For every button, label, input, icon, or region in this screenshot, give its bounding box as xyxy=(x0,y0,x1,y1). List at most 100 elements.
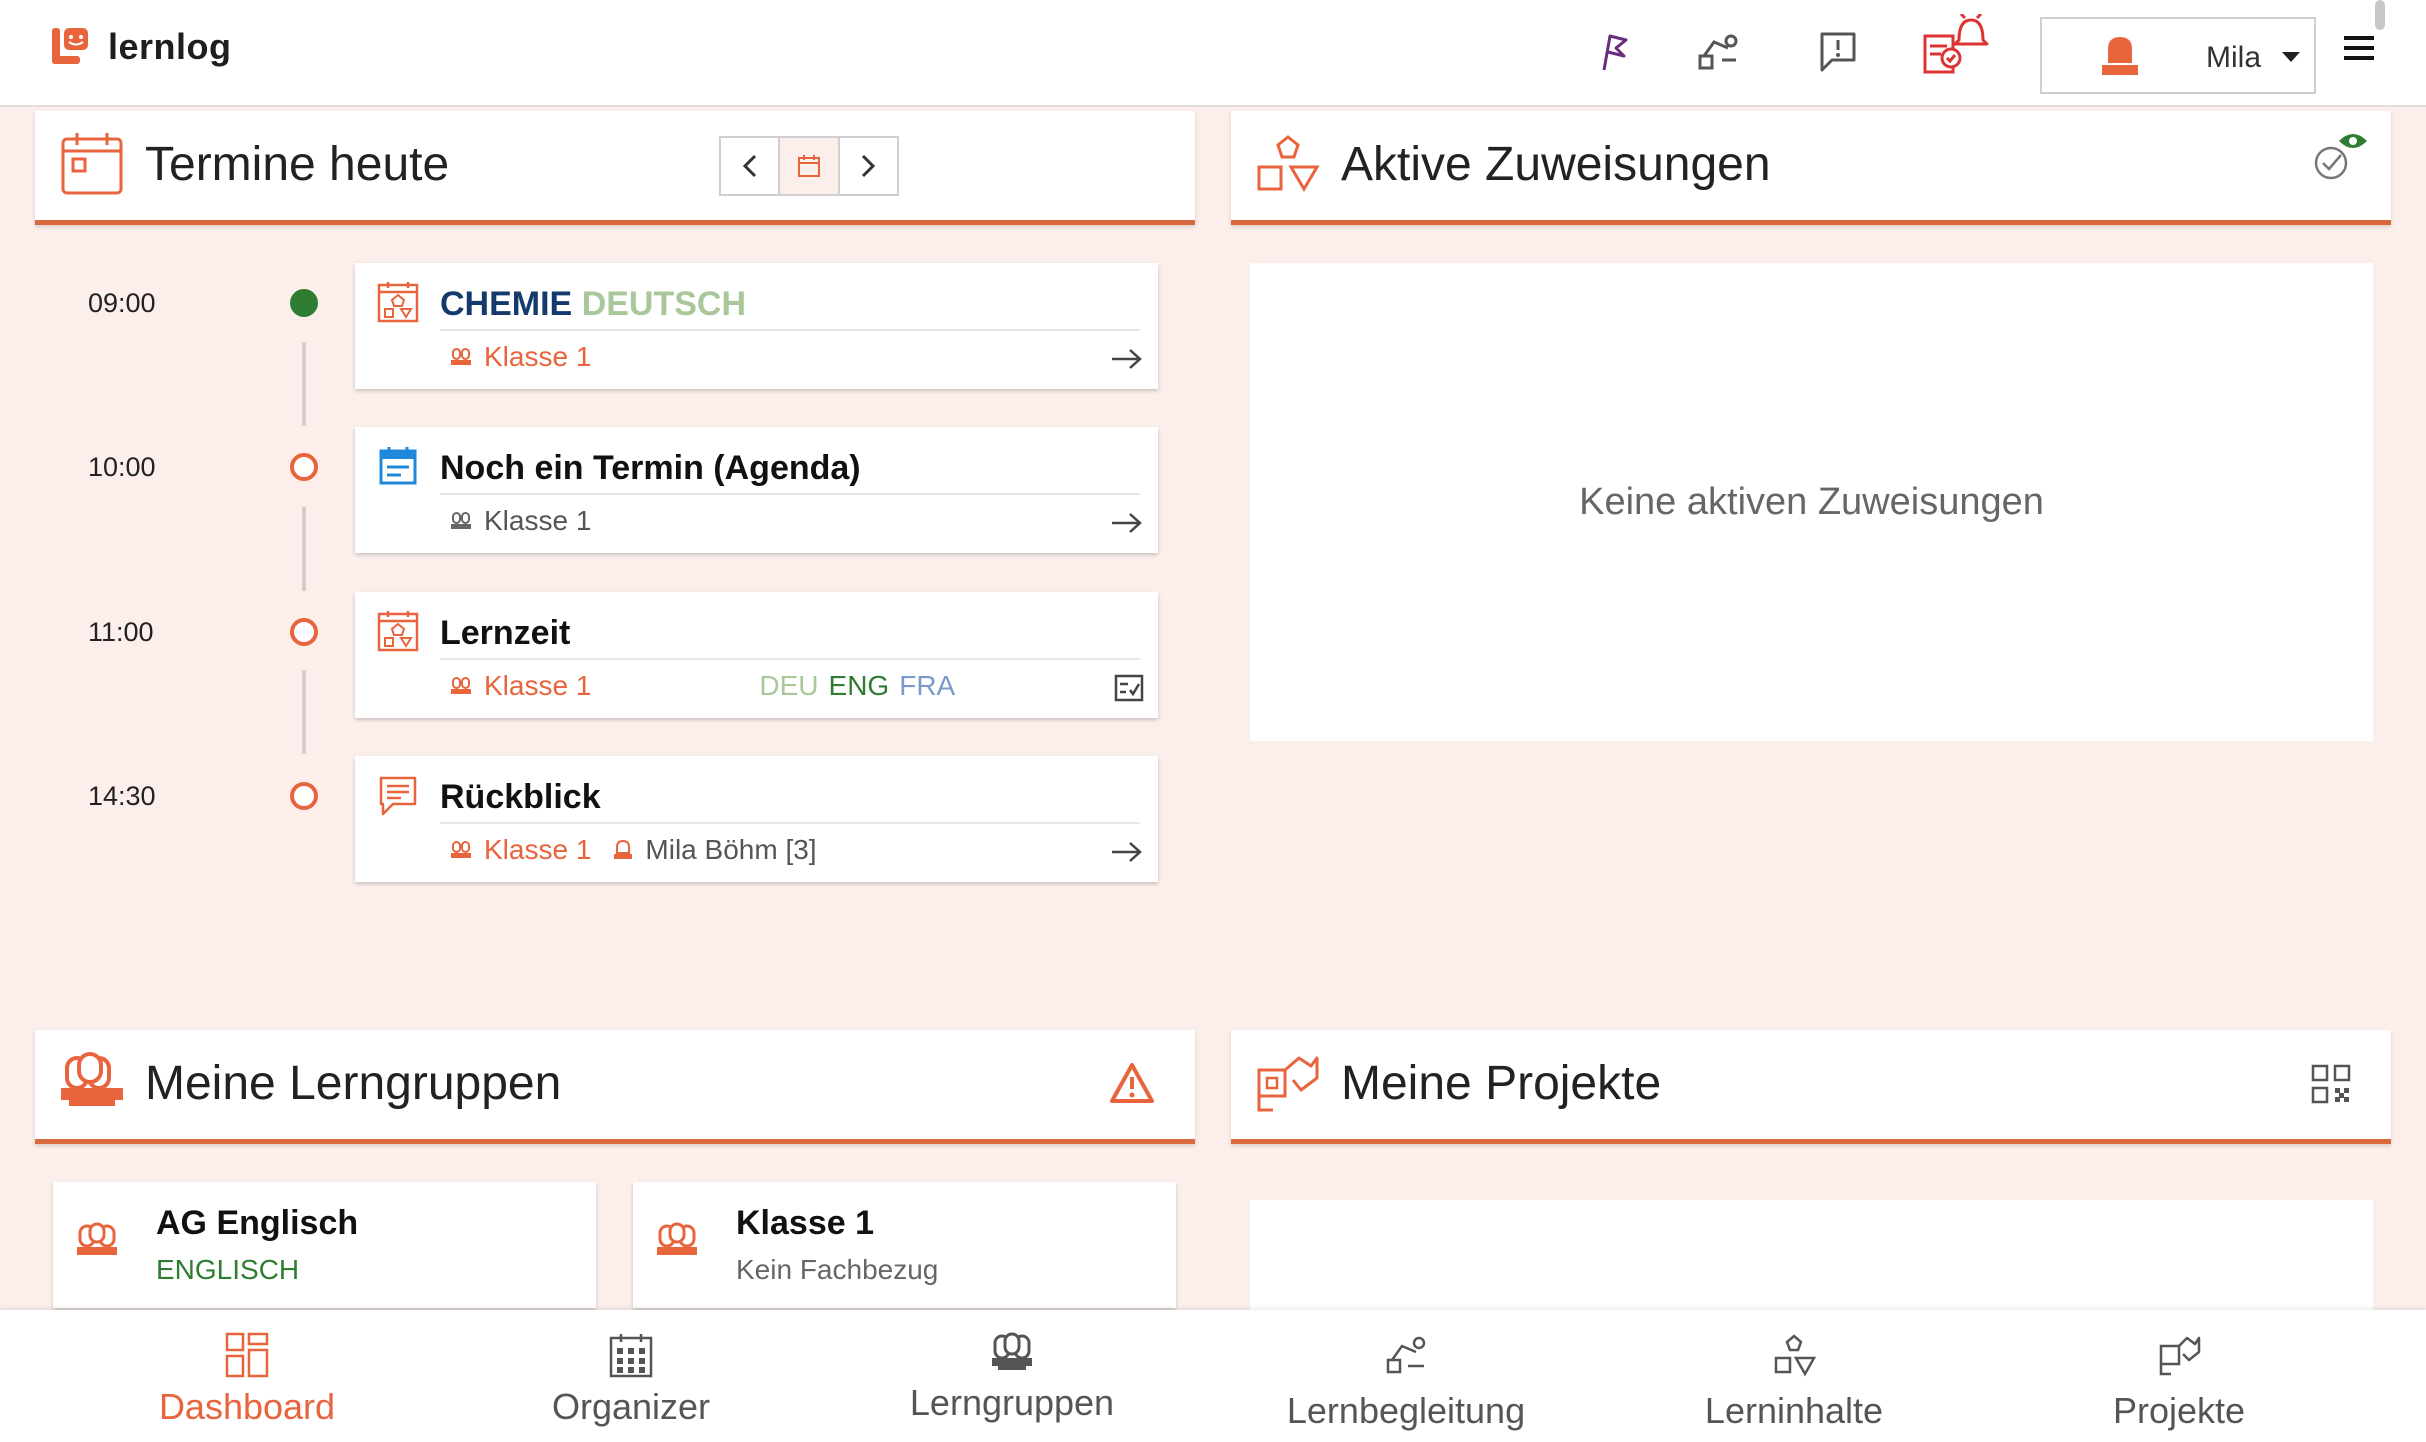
event-person: Mila Böhm [3] xyxy=(645,834,817,865)
learning-support-icon xyxy=(1698,34,1738,70)
event-group: Klasse 1 xyxy=(484,670,592,701)
date-navigation xyxy=(719,136,899,196)
nav-label: Dashboard xyxy=(158,1386,336,1427)
projects-icon xyxy=(2159,1336,2201,1376)
top-bar: lernlog Mila xyxy=(0,0,2426,107)
event-time: 14:30 xyxy=(88,781,156,811)
subject-chemie: CHEMIE xyxy=(440,285,573,323)
nav-organizer[interactable]: Organizer xyxy=(441,1310,821,1442)
flag-icon xyxy=(1602,34,1628,71)
timeline-line xyxy=(302,342,306,426)
group-subject: ENGLISCH xyxy=(156,1254,300,1285)
subject-tag-fra: FRA xyxy=(899,670,956,701)
event-group: Klasse 1 xyxy=(484,834,592,865)
event-time: 09:00 xyxy=(88,288,156,318)
group-icon xyxy=(451,677,471,694)
group-icon xyxy=(451,841,471,858)
event-title: CHEMIE DEUTSCH xyxy=(440,285,746,324)
chevron-down-icon xyxy=(2282,52,2300,62)
lesson-calendar-icon xyxy=(377,282,419,323)
group-card-klasse-1[interactable]: Klasse 1 Kein Fachbezug xyxy=(633,1182,1176,1308)
qr-code-icon[interactable] xyxy=(2311,1064,2351,1104)
empty-message: Keine aktiven Zuweisungen xyxy=(1579,481,2044,523)
projekte-panel-header: Meine Projekte xyxy=(1231,1030,2391,1144)
event-card-agenda[interactable]: Noch ein Termin (Agenda) Klasse 1 xyxy=(355,427,1158,553)
feedback-button[interactable] xyxy=(1808,22,1868,82)
user-select[interactable]: Mila xyxy=(2040,17,2316,94)
dashboard-icon xyxy=(225,1332,269,1378)
app-logo[interactable]: lernlog xyxy=(50,26,232,68)
hamburger-icon xyxy=(2344,36,2374,40)
nav-lernbegleitung[interactable]: Lernbegleitung xyxy=(1216,1310,1596,1442)
learning-groups-icon xyxy=(61,1052,123,1106)
chevron-left-icon xyxy=(742,154,756,178)
group-subject: Kein Fachbezug xyxy=(736,1254,939,1285)
bottom-navigation: Dashboard Organizer Lerngruppen Lernbegl… xyxy=(0,1310,2426,1442)
timeline-dot xyxy=(290,618,318,646)
agenda-calendar-icon xyxy=(379,447,417,485)
checklist-icon[interactable] xyxy=(1114,674,1144,702)
nav-lerninhalte[interactable]: Lerninhalte xyxy=(1604,1310,1984,1442)
group-icon xyxy=(451,348,471,365)
group-icon xyxy=(657,1222,697,1255)
nav-projekte[interactable]: Projekte xyxy=(1989,1310,2369,1442)
visibility-check-icon[interactable] xyxy=(2311,127,2371,183)
group-icon xyxy=(451,512,471,529)
feedback-icon xyxy=(1820,32,1856,72)
event-group: Klasse 1 xyxy=(484,341,592,372)
projekte-title: Meine Projekte xyxy=(1341,1057,1662,1110)
arrow-right-icon[interactable] xyxy=(1110,840,1144,864)
subject-tag-deu: DEU xyxy=(759,670,819,701)
timeline-dot-current xyxy=(290,289,318,317)
subject-deutsch: DEUTSCH xyxy=(581,285,747,323)
event-card-lernzeit[interactable]: Lernzeit Klasse 1 DEU ENG FRA xyxy=(355,592,1158,718)
group-card-ag-englisch[interactable]: AG Englisch ENGLISCH xyxy=(53,1182,596,1308)
nav-dashboard[interactable]: Dashboard xyxy=(57,1310,437,1442)
flag-button[interactable] xyxy=(1584,22,1644,82)
event-time: 11:00 xyxy=(88,617,154,647)
learning-content-icon xyxy=(1257,135,1320,192)
today-button[interactable] xyxy=(780,138,840,194)
lesson-calendar-icon xyxy=(377,611,419,652)
scrollbar-thumb[interactable] xyxy=(2375,0,2385,30)
nav-lerngruppen[interactable]: Lerngruppen xyxy=(822,1310,1202,1442)
event-meta: Klasse 1 Mila Böhm [3] xyxy=(450,834,817,866)
user-avatar-icon xyxy=(2102,37,2138,75)
user-name: Mila xyxy=(2206,41,2262,74)
nav-label: Projekte xyxy=(2112,1390,2246,1431)
event-card-chemie-deutsch[interactable]: CHEMIE DEUTSCH Klasse 1 xyxy=(355,263,1158,389)
learning-support-icon xyxy=(1386,1336,1426,1374)
divider xyxy=(440,493,1140,495)
nav-label: Lerngruppen xyxy=(909,1382,1115,1423)
projects-icon xyxy=(1257,1056,1319,1112)
zuweisungen-title: Aktive Zuweisungen xyxy=(1341,138,1771,191)
calendar-small-icon xyxy=(797,155,820,177)
nav-label: Organizer xyxy=(551,1386,711,1427)
next-day-button[interactable] xyxy=(840,138,897,194)
learning-groups-icon xyxy=(992,1332,1032,1370)
timeline-dot xyxy=(290,782,318,810)
organizer-calendar-icon xyxy=(609,1334,653,1378)
lerngruppen-title: Meine Lerngruppen xyxy=(145,1057,562,1110)
previous-day-button[interactable] xyxy=(721,138,781,194)
divider xyxy=(440,658,1140,660)
person-icon xyxy=(614,839,633,859)
group-name: Klasse 1 xyxy=(736,1204,874,1242)
menu-button[interactable] xyxy=(2344,36,2374,64)
lerngruppen-panel-header: Meine Lerngruppen xyxy=(35,1030,1195,1144)
arrow-right-icon[interactable] xyxy=(1110,511,1144,535)
learning-support-button[interactable] xyxy=(1688,22,1748,82)
group-icon xyxy=(77,1222,117,1255)
zuweisungen-panel-header: Aktive Zuweisungen xyxy=(1231,111,2391,225)
event-time: 10:00 xyxy=(88,452,156,482)
divider xyxy=(440,329,1140,331)
zuweisungen-empty-state: Keine aktiven Zuweisungen xyxy=(1250,263,2373,741)
arrow-right-icon[interactable] xyxy=(1110,347,1144,371)
nav-label: Lernbegleitung xyxy=(1286,1390,1526,1431)
logo-icon xyxy=(52,28,88,64)
notifications-button[interactable] xyxy=(1918,10,1990,82)
termine-panel-header: Termine heute xyxy=(35,111,1195,225)
event-card-rueckblick[interactable]: Rückblick Klasse 1 Mila Böhm [3] xyxy=(355,756,1158,882)
warning-icon[interactable] xyxy=(1109,1062,1155,1104)
event-title: Lernzeit xyxy=(440,614,571,652)
